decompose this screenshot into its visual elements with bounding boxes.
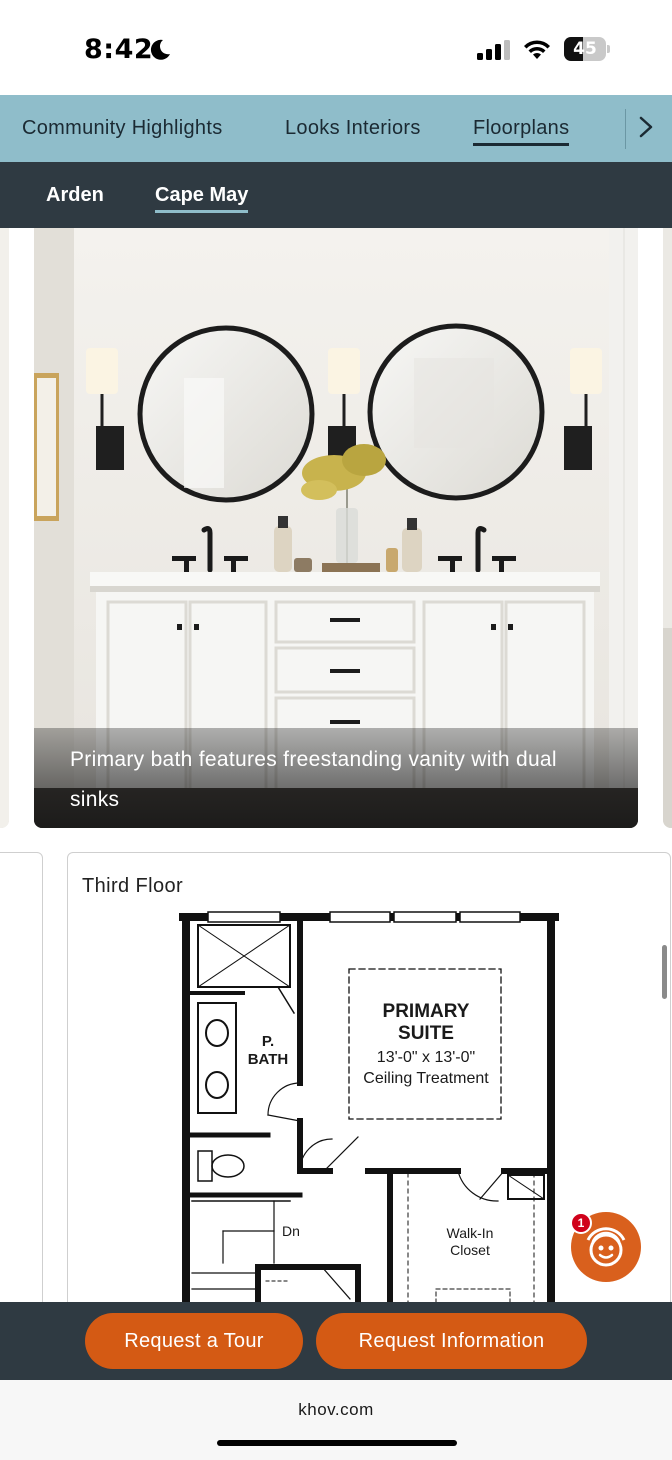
tab-cape-may[interactable]: Cape May xyxy=(155,184,249,213)
next-photo[interactable] xyxy=(663,228,672,828)
tab-floorplans[interactable]: Floorplans xyxy=(473,117,570,146)
secondary-nav: Arden Cape May xyxy=(0,162,672,228)
battery-level: 45 xyxy=(573,39,597,59)
battery-icon: 45 xyxy=(564,37,610,61)
url-display[interactable]: khov.com xyxy=(0,1400,672,1420)
tab-community-highlights[interactable]: Community Highlights xyxy=(22,117,223,140)
tab-arden[interactable]: Arden xyxy=(46,184,104,207)
status-time: 8:42 xyxy=(84,34,154,65)
chevron-right-icon[interactable] xyxy=(636,115,656,139)
status-bar: 8:42 45 xyxy=(0,0,672,95)
room-name: PRIMARY SUITE xyxy=(344,1001,508,1045)
scrollbar-thumb[interactable] xyxy=(662,945,667,999)
room-dimensions: 13'-0" x 13'-0" xyxy=(376,1049,476,1066)
closet-label-line1: Walk-In xyxy=(446,1225,494,1241)
stairs-label: Dn xyxy=(282,1223,300,1239)
room-name-line1: PRIMARY xyxy=(382,1001,470,1022)
room-name-line2: SUITE xyxy=(398,1023,454,1044)
bath-label-line1: P. xyxy=(261,1033,275,1050)
moon-icon xyxy=(150,39,170,60)
browser-bottom-bar: khov.com xyxy=(0,1380,672,1460)
room-feature: Ceiling Treatment xyxy=(363,1070,489,1087)
request-information-button[interactable]: Request Information xyxy=(316,1313,587,1369)
request-tour-button[interactable]: Request a Tour xyxy=(85,1313,303,1369)
previous-photo[interactable] xyxy=(0,228,9,828)
primary-nav: Community Highlights Looks Interiors Flo… xyxy=(0,95,672,162)
nav-divider xyxy=(625,109,626,149)
closet-label-line2: Closet xyxy=(450,1242,490,1258)
bathroom-photo[interactable]: Primary bath features freestanding vanit… xyxy=(34,228,638,828)
tab-looks-interiors[interactable]: Looks Interiors xyxy=(285,117,421,140)
notification-badge: 1 xyxy=(570,1212,592,1234)
wifi-icon xyxy=(524,40,550,59)
previous-floorplan[interactable] xyxy=(0,852,43,1312)
photo-caption: Primary bath features freestanding vanit… xyxy=(70,748,557,811)
closet-label: Walk-In Closet xyxy=(430,1225,510,1259)
photo-carousel[interactable]: Primary bath features freestanding vanit… xyxy=(0,228,672,832)
bath-label: P. BATH xyxy=(242,1033,294,1069)
action-bar: Request a Tour Request Information xyxy=(0,1302,672,1380)
cellular-signal-icon xyxy=(477,40,510,60)
bath-label-line2: BATH xyxy=(247,1051,289,1068)
home-indicator[interactable] xyxy=(217,1440,457,1446)
